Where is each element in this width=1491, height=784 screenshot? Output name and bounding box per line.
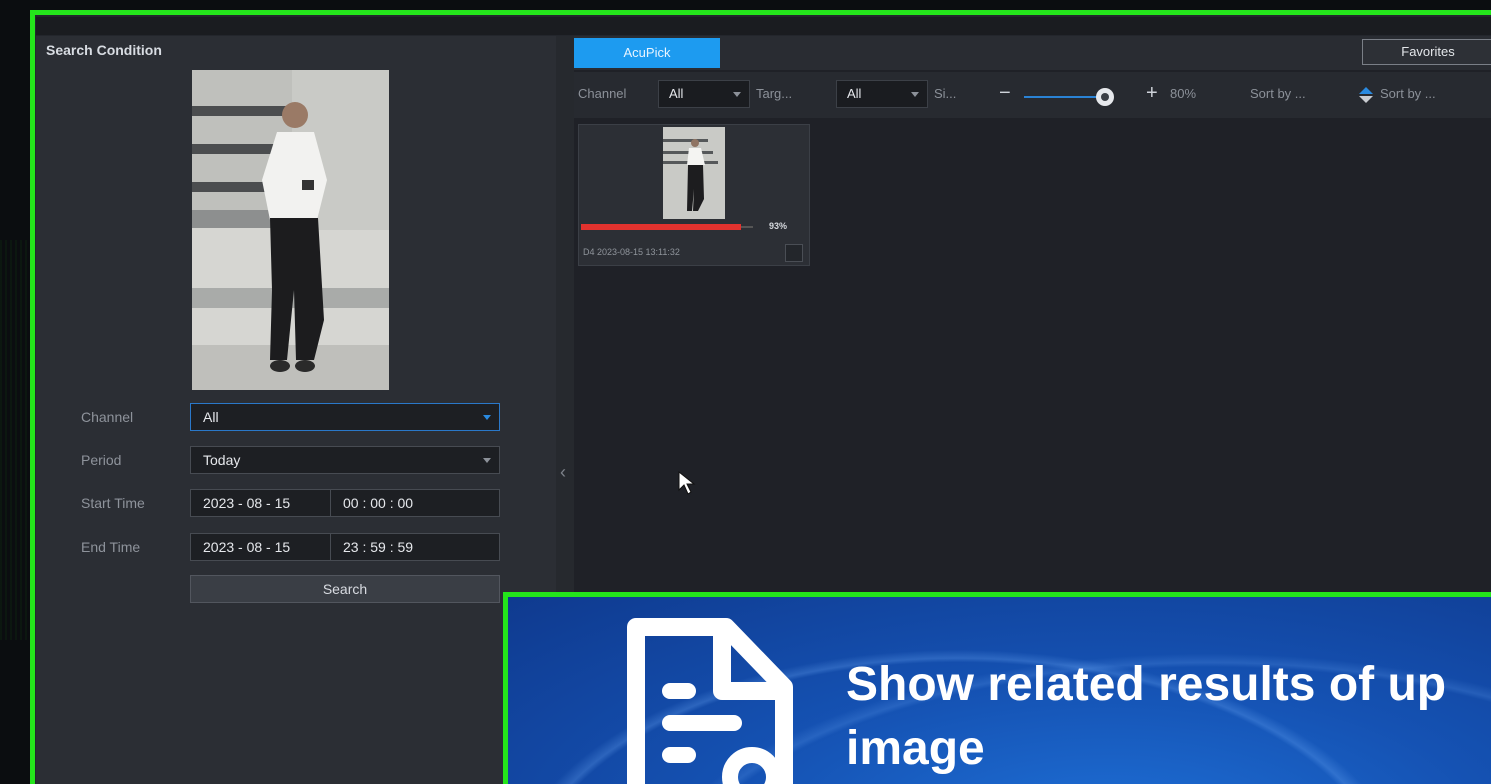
background-lines	[0, 240, 28, 640]
filter-target-label: Targ...	[756, 86, 793, 101]
channel-value: All	[203, 409, 219, 425]
start-time-input[interactable]: 2023 - 08 - 15 00 : 00 : 00	[190, 489, 500, 517]
similarity-track	[741, 226, 753, 228]
period-select[interactable]: Today	[190, 446, 500, 474]
screen: Search Condition Channel All Period Toda…	[0, 0, 1491, 784]
banner-text: Show related results of up image	[846, 658, 1447, 775]
zoom-value: 80%	[1170, 86, 1197, 101]
sort-by-primary[interactable]: Sort by ...	[1250, 86, 1306, 101]
zoom-slider-knob[interactable]	[1096, 88, 1114, 106]
mouse-cursor-icon	[678, 470, 696, 495]
period-value: Today	[203, 452, 241, 468]
result-timestamp: D4 2023-08-15 13:11:32	[583, 247, 680, 257]
chevron-down-icon	[483, 415, 491, 420]
sort-by-secondary[interactable]: Sort by ...	[1380, 86, 1436, 101]
chevron-down-icon	[483, 458, 491, 463]
panel-title: Search Condition	[46, 42, 162, 58]
person-photo	[192, 70, 389, 390]
filter-similarity-label: Si...	[934, 86, 957, 101]
sort-icon[interactable]	[1358, 85, 1374, 105]
filter-target-select[interactable]: All	[836, 80, 928, 108]
result-thumbnail[interactable]	[663, 127, 725, 219]
result-card[interactable]: 93% D4 2023-08-15 13:11:32	[578, 124, 810, 266]
result-checkbox[interactable]	[785, 244, 803, 262]
document-search-icon	[627, 618, 793, 784]
uploaded-image[interactable]	[192, 70, 389, 390]
period-label: Period	[81, 452, 122, 468]
chevron-down-icon	[733, 92, 741, 97]
start-time-label: Start Time	[81, 495, 145, 511]
similarity-bar	[581, 224, 741, 230]
search-condition-panel: Search Condition Channel All Period Toda…	[36, 36, 558, 784]
filter-channel-select[interactable]: All	[658, 80, 750, 108]
favorites-button[interactable]: Favorites	[1362, 39, 1491, 65]
filter-channel-label: Channel	[578, 86, 627, 101]
end-time-label: End Time	[81, 539, 141, 555]
start-date[interactable]: 2023 - 08 - 15	[191, 490, 331, 516]
zoom-minus-icon[interactable]: −	[999, 82, 1011, 105]
zoom-slider-track[interactable]	[1024, 96, 1104, 98]
end-time-input[interactable]: 2023 - 08 - 15 23 : 59 : 59	[190, 533, 500, 561]
chevron-down-icon	[911, 92, 919, 97]
end-date[interactable]: 2023 - 08 - 15	[191, 534, 331, 560]
zoom-plus-icon[interactable]: +	[1146, 82, 1158, 105]
start-clock[interactable]: 00 : 00 : 00	[337, 490, 413, 516]
filter-target-value: All	[847, 86, 862, 101]
channel-label: Channel	[81, 409, 134, 425]
window-top-bar	[36, 17, 1491, 35]
similarity-value: 93%	[769, 221, 788, 231]
tab-bar: AcuPick Favorites	[574, 36, 1491, 70]
filter-bar: Channel All Targ... All Si... − + 80% So…	[574, 72, 1491, 118]
end-clock[interactable]: 23 : 59 : 59	[337, 534, 413, 560]
search-button[interactable]: Search	[190, 575, 500, 603]
tab-accupick[interactable]: AcuPick	[574, 38, 720, 68]
filter-channel-value: All	[669, 86, 684, 101]
chevron-left-icon[interactable]: ‹	[560, 462, 566, 483]
channel-select[interactable]: All	[190, 403, 500, 431]
person-thumbnail	[663, 127, 725, 219]
caption-banner: Show related results of up image	[503, 592, 1491, 784]
